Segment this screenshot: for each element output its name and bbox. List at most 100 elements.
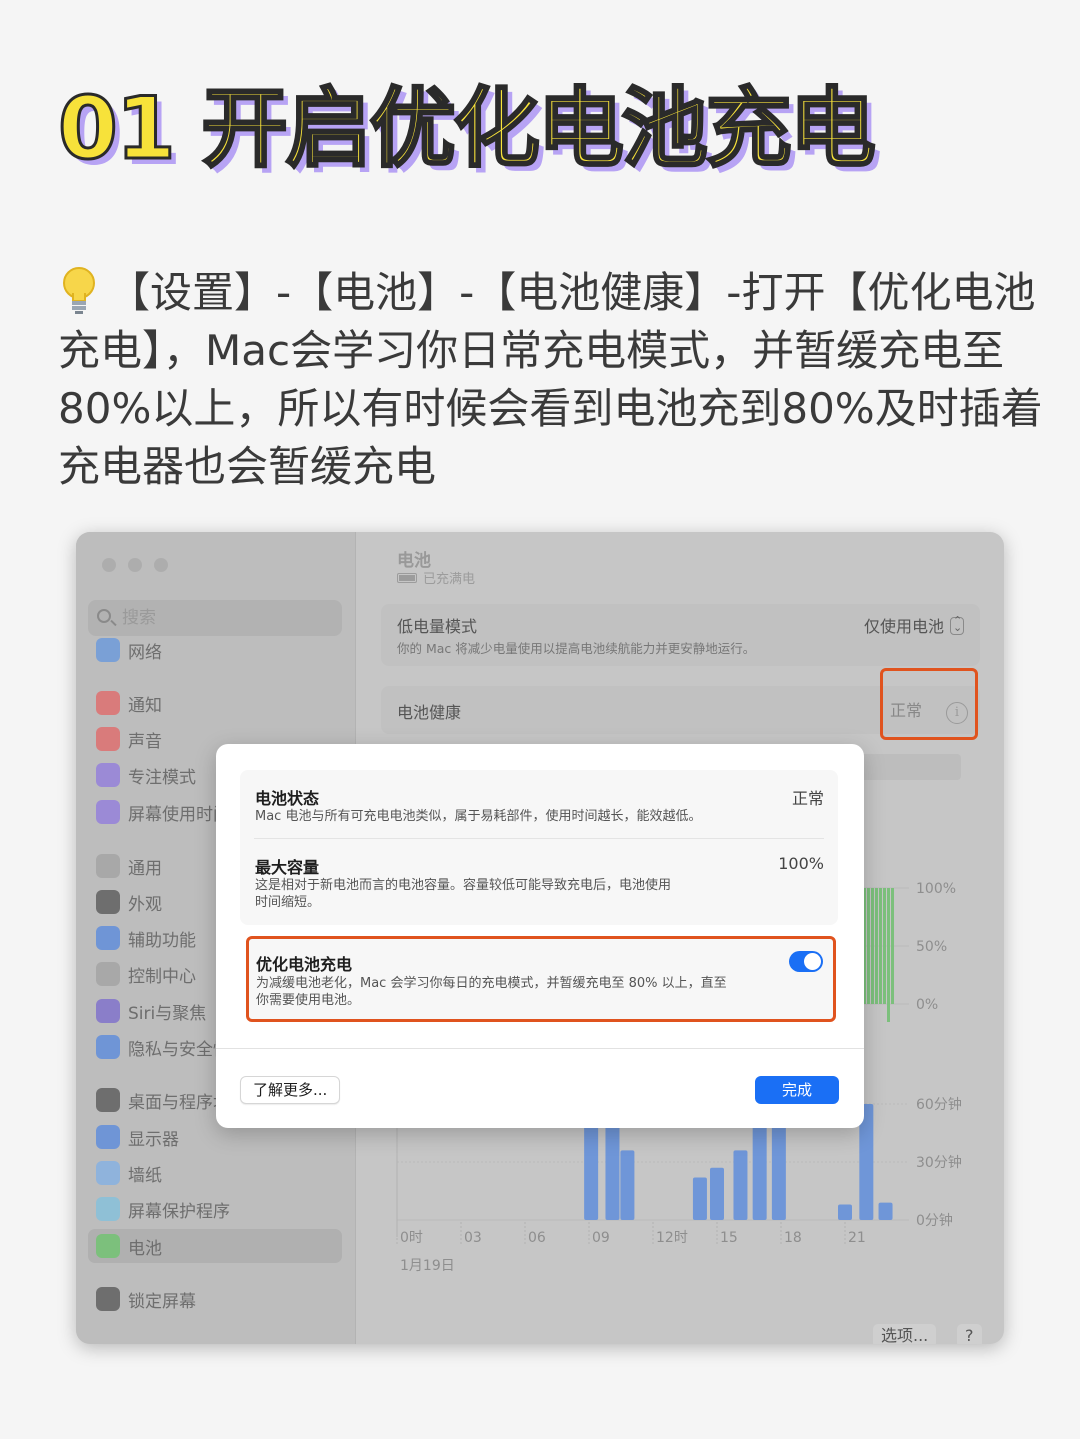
screensaver-icon — [96, 1197, 120, 1221]
lock-icon — [96, 1287, 120, 1311]
max-capacity-value: 100% — [778, 854, 824, 873]
optimize-charging-desc-1: 为减缓电池老化，Mac 会学习你每日的充电模式，并暂缓充电至 80% 以上，直至 — [256, 976, 727, 991]
usage-bar — [838, 1204, 852, 1220]
options-button[interactable]: 选项... — [873, 1324, 937, 1344]
battery-level-bar — [871, 888, 874, 1004]
sidebar-item-label: 显示器 — [128, 1129, 179, 1150]
y-tick-label: 0% — [916, 997, 938, 1013]
hand-icon — [96, 1035, 120, 1059]
usage-bar — [710, 1167, 724, 1220]
battery-status-desc: Mac 电池与所有可充电电池类似，属于易耗部件，使用时间越长，能效越低。 — [255, 809, 702, 824]
sidebar-item-label: 屏幕使用时间 — [128, 804, 230, 825]
x-tick-label: 0时 — [400, 1230, 423, 1246]
y-tick-label: 60分钟 — [916, 1096, 962, 1113]
usage-bar — [733, 1150, 748, 1220]
y-tick-label: 30分钟 — [916, 1154, 962, 1171]
usage-bar — [620, 1150, 635, 1220]
sidebar-item-label: 控制中心 — [128, 966, 196, 987]
optimize-charging-row: 优化电池充电 为减缓电池老化，Mac 会学习你每日的充电模式，并暂缓充电至 80… — [246, 936, 836, 1022]
sidebar-item-15[interactable]: 电池 — [88, 1229, 342, 1263]
sidebar-item-label: 声音 — [128, 731, 162, 752]
done-button[interactable]: 完成 — [755, 1076, 839, 1104]
sidebar-item-label: 隐私与安全性 — [128, 1039, 230, 1060]
battery-status-title: 电池状态 — [255, 789, 320, 808]
x-tick-label: 03 — [464, 1230, 482, 1246]
usage-bar — [752, 1115, 767, 1220]
sidebar-item-label: 电池 — [128, 1238, 162, 1259]
usage-bar — [771, 1119, 786, 1220]
accessibility-icon — [96, 926, 120, 950]
battery-level-bar — [867, 888, 870, 1004]
dock-icon — [96, 1088, 120, 1112]
x-tick-label: 12时 — [656, 1230, 688, 1246]
sidebar-item-16[interactable]: 锁定屏幕 — [88, 1282, 342, 1316]
y-tick-label: 50% — [916, 939, 947, 955]
sidebar-item-1[interactable]: 通知 — [88, 686, 342, 720]
sidebar-item-0[interactable]: 网络 — [88, 633, 342, 667]
sidebar-item-label: 锁定屏幕 — [128, 1291, 196, 1312]
toggles-icon — [96, 962, 120, 986]
sidebar-item-label: 屏幕保护程序 — [128, 1201, 230, 1222]
optimize-charging-toggle[interactable] — [789, 951, 823, 972]
battery-health-dialog: 电池状态 正常 Mac 电池与所有可充电电池类似，属于易耗部件，使用时间越长，能… — [216, 744, 864, 1128]
battery-level-bar — [879, 888, 882, 1004]
usage-bar — [692, 1177, 707, 1220]
divider — [254, 838, 824, 839]
max-capacity-desc-2: 时间缩短。 — [255, 895, 321, 910]
close-window-button[interactable] — [102, 558, 116, 572]
sidebar-item-label: 网络 — [128, 642, 162, 663]
siri-icon — [96, 999, 120, 1023]
window-controls — [102, 558, 168, 572]
sidebar-item-label: 专注模式 — [128, 767, 196, 788]
search-placeholder: 搜索 — [122, 608, 156, 628]
search-input[interactable]: 搜索 — [88, 600, 342, 636]
bell-icon — [96, 691, 120, 715]
sidebar-item-label: 墙纸 — [128, 1165, 162, 1186]
speaker-icon — [96, 727, 120, 751]
learn-more-button[interactable]: 了解更多... — [240, 1076, 341, 1104]
battery-level-bar — [887, 1004, 890, 1022]
zoom-window-button[interactable] — [154, 558, 168, 572]
flower-icon — [96, 1161, 120, 1185]
x-tick-label: 09 — [592, 1230, 610, 1246]
optimize-charging-desc-2: 你需要使用电池。 — [256, 993, 361, 1008]
battery-info-panel: 电池状态 正常 Mac 电池与所有可充电电池类似，属于易耗部件，使用时间越长，能… — [240, 770, 838, 925]
sidebar-item-label: 通用 — [128, 858, 162, 879]
sun-icon — [96, 1125, 120, 1149]
x-tick-label: 21 — [848, 1230, 866, 1246]
hourglass-icon — [96, 800, 120, 824]
tip-text: 【设置】-【电池】-【电池健康】-打开【优化电池充电】，Mac会学习你日常充电模… — [58, 268, 1043, 491]
moon-icon — [96, 763, 120, 787]
x-tick-label: 06 — [528, 1230, 546, 1246]
x-tick-label: 15 — [720, 1230, 738, 1246]
optimize-charging-title: 优化电池充电 — [256, 955, 353, 974]
sidebar-item-label: 桌面与程序坞 — [128, 1092, 230, 1113]
minimize-window-button[interactable] — [128, 558, 142, 572]
battery-level-bar — [875, 888, 878, 1004]
gear-icon — [96, 854, 120, 878]
battery-level-bar — [883, 888, 886, 1004]
max-capacity-desc-1: 这是相对于新电池而言的电池容量。容量较低可能导致充电后，电池使用 — [255, 878, 672, 893]
help-button[interactable]: ? — [957, 1324, 982, 1344]
battery-level-bar — [887, 888, 890, 1004]
x-tick-label: 18 — [784, 1230, 802, 1246]
sidebar-item-13[interactable]: 墙纸 — [88, 1156, 342, 1190]
sidebar-item-label: 外观 — [128, 894, 162, 915]
sidebar-item-label: Siri与聚焦 — [128, 1003, 207, 1024]
y-tick-label: 0分钟 — [916, 1212, 953, 1229]
appearance-icon — [96, 890, 120, 914]
max-capacity-title: 最大容量 — [255, 858, 320, 877]
sidebar-item-14[interactable]: 屏幕保护程序 — [88, 1192, 342, 1226]
divider — [216, 1048, 864, 1049]
x-date-label: 1月19日 — [400, 1258, 455, 1274]
y-tick-label: 100% — [916, 881, 956, 897]
globe-icon — [96, 638, 120, 662]
battery-status-value: 正常 — [791, 789, 824, 808]
battery-icon — [96, 1234, 120, 1258]
battery-level-bar — [891, 888, 894, 1004]
lightbulb-icon — [63, 267, 95, 314]
usage-bar — [878, 1202, 893, 1220]
sidebar-item-label: 通知 — [128, 695, 162, 716]
sidebar-item-label: 辅助功能 — [128, 930, 196, 951]
page-headline: 01 开启优化电池充电 — [57, 78, 878, 181]
